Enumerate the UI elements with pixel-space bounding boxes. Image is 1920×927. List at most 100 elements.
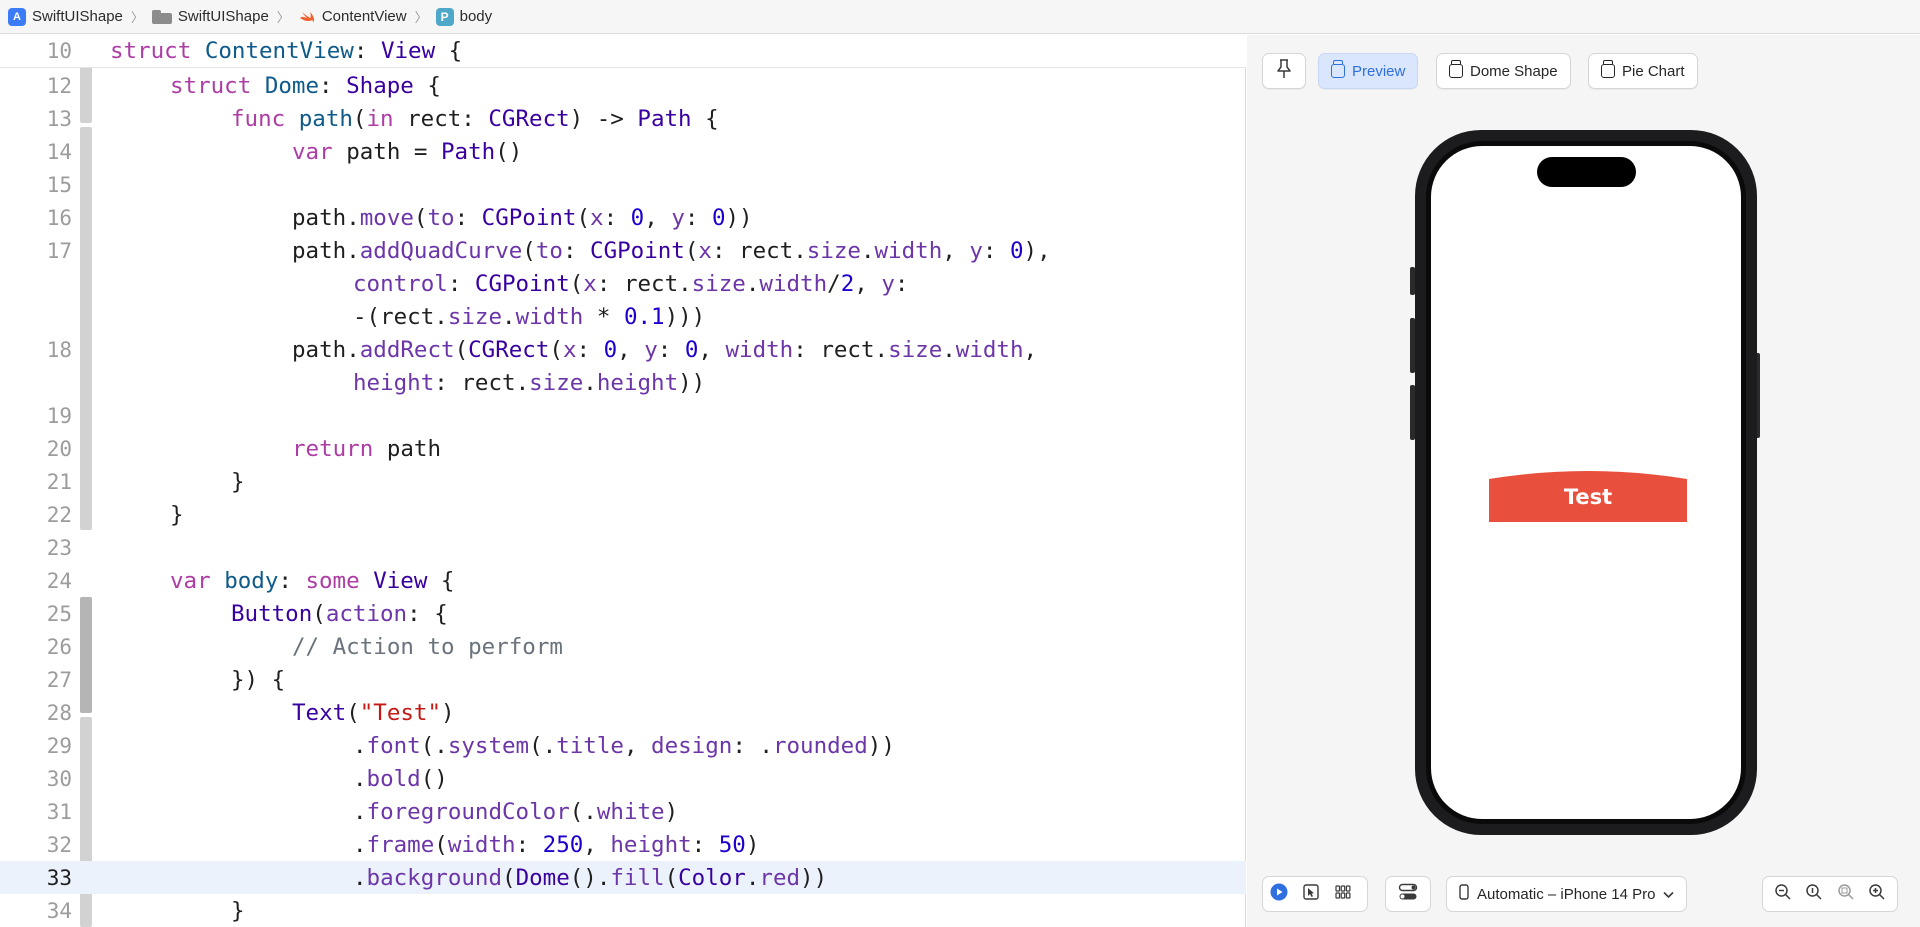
preview-mode-controls	[1262, 876, 1368, 912]
code-line[interactable]: 13 func path(in rect: CGRect) -> Path {	[0, 102, 1246, 135]
test-button-label: Test	[1563, 485, 1613, 509]
line-number: 23	[46, 535, 72, 560]
code-line-current[interactable]: 33 .background(Dome().fill(Color.red))	[0, 861, 1246, 894]
code-line[interactable]: 28 Text("Test")	[0, 696, 1246, 729]
line-number: 32	[46, 832, 72, 857]
breadcrumb-item-symbol[interactable]: P body	[435, 7, 493, 26]
device-picker[interactable]: Automatic – iPhone 14 Pro	[1446, 876, 1688, 912]
breadcrumb-file-label: ContentView	[321, 8, 407, 25]
toggle-settings-icon	[1398, 883, 1418, 906]
breadcrumb-separator: 〉	[130, 10, 144, 25]
tab-dome-shape-label: Dome Shape	[1470, 62, 1558, 80]
code-line[interactable]: 22 }	[0, 498, 1246, 531]
code-line[interactable]: 26 // Action to perform	[0, 630, 1246, 663]
line-number: 12	[46, 73, 72, 98]
tab-dome-shape[interactable]: Dome Shape	[1436, 53, 1571, 89]
code-line-wrap[interactable]: control: CGPoint(x: rect.size.width/2, y…	[0, 267, 1246, 300]
line-number: 27	[46, 667, 72, 692]
code-line[interactable]: 25 Button(action: {	[0, 597, 1246, 630]
code-line[interactable]: 12 struct Dome: Shape {	[0, 69, 1246, 102]
preview-card-icon	[1449, 60, 1463, 78]
test-button[interactable]: Test	[1489, 471, 1687, 522]
line-number: 13	[46, 106, 72, 131]
line-number: 17	[46, 238, 72, 263]
line-number: 15	[46, 172, 72, 197]
breadcrumb-separator: 〉	[414, 10, 428, 25]
cursor-select-icon	[1302, 883, 1320, 906]
chevron-down-icon	[1663, 886, 1675, 903]
breadcrumb: A SwiftUIShape 〉 SwiftUIShape 〉 ContentV…	[0, 0, 1920, 34]
line-number: 29	[46, 733, 72, 758]
zoom-controls	[1762, 876, 1898, 912]
iphone-bezel: Test	[1426, 141, 1746, 824]
breadcrumb-item-folder[interactable]: SwiftUIShape	[151, 8, 269, 25]
code-editor[interactable]: 10 struct ContentView: View { 12 struct …	[0, 35, 1246, 927]
code-line[interactable]: 27 }) {	[0, 663, 1246, 696]
code-line[interactable]: 31 .foregroundColor(.white)	[0, 795, 1246, 828]
code-line[interactable]: 21 }	[0, 465, 1246, 498]
dynamic-island	[1537, 157, 1636, 187]
property-icon: P	[435, 7, 454, 26]
code-line[interactable]: 29 .font(.system(.title, design: .rounde…	[0, 729, 1246, 762]
breadcrumb-symbol-label: body	[459, 8, 493, 25]
xcode-project-icon: A	[8, 7, 26, 26]
tab-pie-chart-label: Pie Chart	[1622, 62, 1685, 80]
code-line[interactable]: 18 path.addRect(CGRect(x: 0, y: 0, width…	[0, 333, 1246, 366]
selectable-mode-button[interactable]	[1295, 877, 1327, 911]
tab-pie-chart[interactable]: Pie Chart	[1588, 53, 1698, 89]
line-number: 10	[46, 39, 72, 63]
line-number: 20	[46, 436, 72, 461]
variants-button[interactable]	[1327, 877, 1359, 911]
device-settings-button[interactable]	[1385, 876, 1431, 912]
code-line[interactable]: 19	[0, 399, 1246, 432]
grid-icon	[1334, 883, 1352, 906]
preview-canvas[interactable]: Preview Dome Shape Pie Chart Test Automa…	[1247, 35, 1920, 927]
code-line[interactable]: 17 path.addQuadCurve(to: CGPoint(x: rect…	[0, 234, 1246, 267]
sticky-scope-header: 10 struct ContentView: View {	[0, 35, 1246, 68]
breadcrumb-item-file[interactable]: ContentView	[298, 8, 407, 26]
zoom-in-icon[interactable]	[1868, 883, 1886, 906]
tab-preview[interactable]: Preview	[1318, 53, 1419, 89]
preview-card-icon	[1331, 60, 1345, 78]
iphone-screen[interactable]: Test	[1431, 146, 1741, 819]
breadcrumb-item-project[interactable]: A SwiftUIShape	[8, 7, 123, 26]
line-number: 26	[46, 634, 72, 659]
line-number: 22	[46, 502, 72, 527]
code-line[interactable]: 24 var body: some View {	[0, 564, 1246, 597]
code-line-wrap[interactable]: -(rect.size.width * 0.1)))	[0, 300, 1246, 333]
swift-file-icon	[298, 8, 316, 26]
line-number: 14	[46, 139, 72, 164]
pin-icon	[1277, 59, 1291, 83]
code-line[interactable]: 23	[0, 531, 1246, 564]
code-line-wrap[interactable]: height: rect.size.height))	[0, 366, 1246, 399]
play-icon	[1270, 883, 1288, 906]
code-line[interactable]: 15	[0, 168, 1246, 201]
code-line[interactable]: 32 .frame(width: 250, height: 50)	[0, 828, 1246, 861]
live-mode-button[interactable]	[1263, 877, 1295, 911]
line-number: 19	[46, 403, 72, 428]
breadcrumb-project-label: SwiftUIShape	[32, 8, 123, 25]
line-number: 25	[46, 601, 72, 626]
breadcrumb-separator: 〉	[276, 10, 290, 25]
breadcrumb-folder-label: SwiftUIShape	[177, 8, 269, 25]
line-number: 21	[46, 469, 72, 494]
zoom-out-icon[interactable]	[1774, 883, 1792, 906]
code-line[interactable]: 14 var path = Path()	[0, 135, 1246, 168]
line-number: 24	[46, 568, 72, 593]
code-line[interactable]: 34 }	[0, 894, 1246, 927]
zoom-to-fit-icon[interactable]	[1837, 883, 1855, 906]
line-number: 31	[46, 799, 72, 824]
zoom-actual-size-icon[interactable]	[1805, 883, 1823, 906]
line-number: 18	[46, 337, 72, 362]
tab-preview-label: Preview	[1352, 62, 1406, 80]
code-line[interactable]: 30 .bold()	[0, 762, 1246, 795]
folder-icon	[151, 9, 172, 24]
code-line[interactable]: 20 return path	[0, 432, 1246, 465]
line-number: 30	[46, 766, 72, 791]
code-line[interactable]: 16 path.move(to: CGPoint(x: 0, y: 0))	[0, 201, 1246, 234]
code-line[interactable]: struct ContentView: View {	[110, 38, 462, 64]
line-number: 34	[46, 898, 72, 923]
device-picker-label: Automatic – iPhone 14 Pro	[1477, 885, 1656, 903]
pin-button[interactable]	[1262, 53, 1306, 89]
iphone-icon	[1459, 884, 1469, 904]
